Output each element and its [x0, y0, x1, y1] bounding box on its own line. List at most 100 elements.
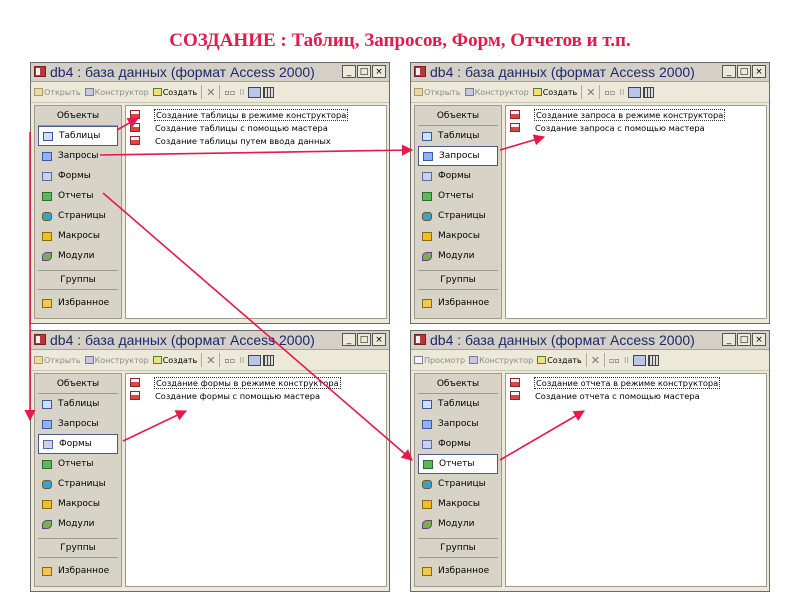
delete-icon[interactable]: ✕ — [591, 354, 600, 367]
close-button[interactable]: × — [752, 333, 766, 346]
objects-header[interactable]: Объекты — [38, 375, 118, 394]
create-shortcut-item[interactable]: Создание таблицы путем ввода данных — [126, 134, 386, 147]
toolbar-separator — [219, 353, 221, 367]
close-button[interactable]: × — [752, 65, 766, 78]
large-icons-icon[interactable]: ▫▫ — [224, 88, 235, 97]
sidebar-item-macro[interactable]: Макросы — [38, 494, 118, 514]
sidebar-item-table[interactable]: Таблицы — [38, 394, 118, 414]
sidebar-item-favorites[interactable]: Избранное — [418, 293, 498, 313]
details-view-icon[interactable] — [263, 86, 275, 98]
small-icons-icon[interactable]: ⁝⁝ — [619, 88, 624, 97]
groups-header[interactable]: Группы — [418, 270, 498, 290]
groups-header[interactable]: Группы — [38, 270, 118, 290]
sidebar-item-form[interactable]: Формы — [418, 166, 498, 186]
create-button[interactable]: Создать — [537, 356, 582, 365]
open-label: Открыть — [44, 87, 81, 97]
sidebar-item-page[interactable]: Страницы — [418, 206, 498, 226]
sidebar-item-table[interactable]: Таблицы — [38, 126, 118, 146]
small-icons-icon[interactable]: ⁝⁝ — [239, 356, 244, 365]
delete-icon[interactable]: ✕ — [586, 86, 595, 99]
sidebar-item-page[interactable]: Страницы — [38, 474, 118, 494]
sidebar-item-report[interactable]: Отчеты — [418, 454, 498, 474]
small-icons-icon[interactable]: ⁝⁝ — [239, 88, 244, 97]
list-view-icon[interactable] — [632, 354, 646, 366]
sidebar-item-query[interactable]: Запросы — [418, 414, 498, 434]
create-button[interactable]: Создать — [532, 88, 577, 97]
close-button[interactable]: × — [372, 65, 386, 78]
sidebar-item-page[interactable]: Страницы — [38, 206, 118, 226]
design-button[interactable]: Конструктор — [469, 356, 533, 365]
design-button[interactable]: Конструктор — [84, 88, 149, 97]
window-titlebar[interactable]: db4 : база данных (формат Access 2000) _ □… — [411, 63, 769, 82]
open-button[interactable]: Открыть — [34, 356, 81, 365]
open-button[interactable]: Открыть — [414, 88, 461, 97]
groups-header[interactable]: Группы — [38, 538, 118, 558]
sidebar-item-form[interactable]: Формы — [38, 434, 118, 454]
sidebar-item-report[interactable]: Отчеты — [38, 454, 118, 474]
groups-header[interactable]: Группы — [418, 538, 498, 558]
create-shortcut-item[interactable]: Создание запроса с помощью мастера — [506, 121, 766, 134]
design-button[interactable]: Конструктор — [84, 356, 149, 365]
sidebar-item-module[interactable]: Модули — [418, 246, 498, 266]
sidebar-item-macro[interactable]: Макросы — [418, 226, 498, 246]
sidebar-item-favorites[interactable]: Избранное — [418, 561, 498, 581]
create-shortcut-item[interactable]: Создание таблицы с помощью мастера — [126, 121, 386, 134]
objects-header[interactable]: Объекты — [418, 375, 498, 394]
large-icons-icon[interactable]: ▫▫ — [609, 356, 620, 365]
create-shortcut-item[interactable]: Создание формы с помощью мастера — [126, 389, 386, 402]
sidebar-item-query[interactable]: Запросы — [38, 146, 118, 166]
sidebar-item-table[interactable]: Таблицы — [418, 126, 498, 146]
sidebar-item-macro[interactable]: Макросы — [418, 494, 498, 514]
maximize-button[interactable]: □ — [737, 333, 751, 346]
delete-icon[interactable]: ✕ — [206, 86, 215, 99]
create-button[interactable]: Создать — [152, 88, 197, 97]
sidebar-item-report[interactable]: Отчеты — [38, 186, 118, 206]
sidebar-item-macro[interactable]: Макросы — [38, 226, 118, 246]
minimize-button[interactable]: _ — [342, 333, 356, 346]
sidebar-item-form[interactable]: Формы — [38, 166, 118, 186]
create-button[interactable]: Создать — [152, 356, 197, 365]
minimize-button[interactable]: _ — [342, 65, 356, 78]
design-button[interactable]: Конструктор — [464, 88, 529, 97]
list-view-icon[interactable] — [628, 86, 642, 98]
sidebar-item-query[interactable]: Запросы — [418, 146, 498, 166]
sidebar-item-favorites[interactable]: Избранное — [38, 561, 118, 581]
details-view-icon[interactable] — [643, 86, 655, 98]
large-icons-icon[interactable]: ▫▫ — [224, 356, 235, 365]
sidebar-item-query[interactable]: Запросы — [38, 414, 118, 434]
sidebar-item-page[interactable]: Страницы — [418, 474, 498, 494]
page-icon — [42, 211, 52, 221]
sidebar-item-module[interactable]: Модули — [418, 514, 498, 534]
window-titlebar[interactable]: db4 : база данных (формат Access 2000) _ □… — [411, 331, 769, 350]
open-button[interactable]: Открыть — [34, 88, 81, 97]
minimize-button[interactable]: _ — [722, 65, 736, 78]
small-icons-icon[interactable]: ⁝⁝ — [624, 356, 629, 365]
create-shortcut-item[interactable]: Создание запроса в режиме конструктора — [506, 108, 766, 121]
sidebar-item-module[interactable]: Модули — [38, 514, 118, 534]
sidebar-item-report[interactable]: Отчеты — [418, 186, 498, 206]
create-shortcut-item[interactable]: Создание формы в режиме конструктора — [126, 376, 386, 389]
list-view-icon[interactable] — [248, 86, 262, 98]
create-shortcut-item[interactable]: Создание отчета в режиме конструктора — [506, 376, 766, 389]
objects-header[interactable]: Объекты — [38, 107, 118, 126]
objects-header[interactable]: Объекты — [418, 107, 498, 126]
sidebar-item-favorites[interactable]: Избранное — [38, 293, 118, 313]
details-view-icon[interactable] — [647, 354, 659, 366]
list-view-icon[interactable] — [248, 354, 262, 366]
maximize-button[interactable]: □ — [357, 333, 371, 346]
close-button[interactable]: × — [372, 333, 386, 346]
preview-button[interactable]: Просмотр — [414, 356, 465, 365]
sidebar-item-form[interactable]: Формы — [418, 434, 498, 454]
maximize-button[interactable]: □ — [737, 65, 751, 78]
sidebar-item-table[interactable]: Таблицы — [418, 394, 498, 414]
window-titlebar[interactable]: db4 : база данных (формат Access 2000) _ □… — [31, 63, 389, 82]
create-shortcut-item[interactable]: Создание таблицы в режиме конструктора — [126, 108, 386, 121]
window-titlebar[interactable]: db4 : база данных (формат Access 2000) _ □… — [31, 331, 389, 350]
large-icons-icon[interactable]: ▫▫ — [604, 88, 615, 97]
maximize-button[interactable]: □ — [357, 65, 371, 78]
minimize-button[interactable]: _ — [722, 333, 736, 346]
sidebar-item-module[interactable]: Модули — [38, 246, 118, 266]
create-shortcut-item[interactable]: Создание отчета с помощью мастера — [506, 389, 766, 402]
details-view-icon[interactable] — [263, 354, 275, 366]
delete-icon[interactable]: ✕ — [206, 354, 215, 367]
